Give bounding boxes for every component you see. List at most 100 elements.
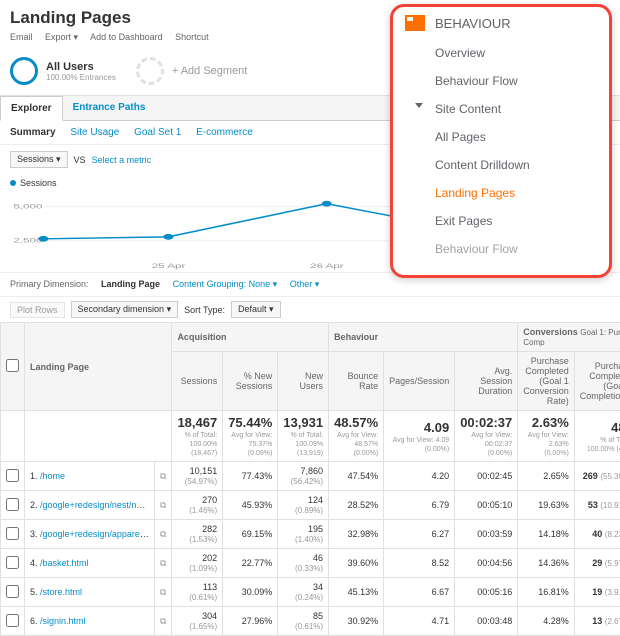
landing-page-link[interactable]: /google+redesign/nest/nest-usa (40, 500, 154, 510)
cell-pctnew: 45.93% (223, 491, 278, 520)
cell-rate: 2.65% (518, 462, 575, 491)
open-icon[interactable]: ⧉ (155, 549, 172, 578)
cell-newusers: 7,860 (56.42%) (278, 462, 329, 491)
add-segment-link[interactable]: + Add Segment (172, 65, 248, 77)
col-checkbox (1, 323, 25, 411)
subtab-goal-set[interactable]: Goal Set 1 (134, 127, 181, 138)
cell-newusers: 124 (0.89%) (278, 491, 329, 520)
col-conv-rate[interactable]: Purchase Completed (Goal 1 Conversion Ra… (518, 352, 575, 411)
tab-entrance-paths[interactable]: Entrance Paths (63, 96, 156, 120)
nav-landing-pages[interactable]: Landing Pages (405, 179, 597, 207)
subtab-summary[interactable]: Summary (10, 127, 56, 138)
cell-comp: 53 (10.91%) (574, 491, 620, 520)
nav-exit-pages[interactable]: Exit Pages (405, 207, 597, 235)
col-duration[interactable]: Avg. Session Duration (455, 352, 518, 411)
col-landing-page[interactable]: Landing Page (25, 323, 172, 411)
nav-all-pages[interactable]: All Pages (405, 123, 597, 151)
caret-down-icon (415, 103, 423, 108)
row-checkbox[interactable] (6, 585, 19, 598)
cell-newusers: 34 (0.24%) (278, 578, 329, 607)
cell-duration: 00:04:56 (455, 549, 518, 578)
sort-type-select[interactable]: Default ▾ (231, 301, 281, 318)
colgroup-acquisition: Acquisition (172, 323, 329, 352)
cell-bounce: 32.98% (329, 520, 384, 549)
table-row: 3. /google+redesign/apparel/mens+outerwe… (1, 520, 620, 549)
col-pct-new[interactable]: % New Sessions (223, 352, 278, 411)
row-num: 4. (30, 558, 38, 568)
cell-pctnew: 69.15% (223, 520, 278, 549)
cell-sessions: 304 (1.65%) (172, 607, 223, 636)
row-checkbox[interactable] (6, 498, 19, 511)
cell-newusers: 46 (0.33%) (278, 549, 329, 578)
dim-other[interactable]: Other ▾ (290, 279, 320, 289)
shortcut-link[interactable]: Shortcut (175, 32, 209, 42)
row-checkbox[interactable] (6, 527, 19, 540)
table-row: 5. /store.html⧉113 (0.61%)30.09%34 (0.24… (1, 578, 620, 607)
cell-duration: 00:05:10 (455, 491, 518, 520)
colgroup-behaviour: Behaviour (329, 323, 518, 352)
add-dashboard-link[interactable]: Add to Dashboard (90, 32, 163, 42)
cell-comp: 19 (3.91%) (574, 578, 620, 607)
legend-dot-icon (10, 180, 16, 186)
dim-content-grouping[interactable]: Content Grouping: None ▾ (173, 279, 278, 289)
landing-page-link[interactable]: /google+redesign/apparel/mens+outerwear/… (40, 529, 154, 539)
cell-pctnew: 77.43% (223, 462, 278, 491)
landing-page-link[interactable]: /basket.html (40, 558, 89, 568)
dim-label: Primary Dimension: (10, 279, 89, 289)
open-icon[interactable]: ⧉ (155, 462, 172, 491)
landing-page-link[interactable]: /home (40, 471, 65, 481)
cell-duration: 00:03:48 (455, 607, 518, 636)
cell-bounce: 28.52% (329, 491, 384, 520)
open-icon[interactable]: ⧉ (155, 578, 172, 607)
secondary-dimension-select[interactable]: Secondary dimension ▾ (71, 301, 179, 318)
cell-comp: 13 (2.67%) (574, 607, 620, 636)
col-bounce[interactable]: Bounce Rate (329, 352, 384, 411)
col-completions[interactable]: Purchase Completed (Goal 1 Completions) (574, 352, 620, 411)
metric-sessions-select[interactable]: Sessions ▾ (10, 151, 68, 168)
row-checkbox[interactable] (6, 469, 19, 482)
add-segment-icon[interactable] (136, 57, 164, 85)
cell-sessions: 270 (1.46%) (172, 491, 223, 520)
nav-behaviour-flow[interactable]: Behaviour Flow (405, 67, 597, 95)
cell-comp: 269 (55.35%) (574, 462, 620, 491)
dim-landing-page[interactable]: Landing Page (101, 279, 160, 289)
behaviour-icon (405, 15, 425, 31)
chart-x2: 26 Apr (310, 262, 345, 270)
select-metric-link[interactable]: Select a metric (92, 155, 152, 165)
landing-page-link[interactable]: /store.html (40, 587, 82, 597)
email-link[interactable]: Email (10, 32, 33, 42)
select-all-checkbox[interactable] (6, 359, 19, 372)
open-icon[interactable]: ⧉ (155, 491, 172, 520)
col-new-users[interactable]: New Users (278, 352, 329, 411)
export-link[interactable]: Export ▾ (45, 32, 78, 42)
open-icon[interactable]: ⧉ (155, 520, 172, 549)
col-sessions[interactable]: Sessions (172, 352, 223, 411)
row-num: 6. (30, 616, 38, 626)
row-num: 2. (30, 500, 38, 510)
nav-content-drilldown[interactable]: Content Drilldown (405, 151, 597, 179)
landing-page-link[interactable]: /signin.html (40, 616, 86, 626)
subtab-ecommerce[interactable]: E-commerce (196, 127, 253, 138)
col-pps[interactable]: Pages/Session (384, 352, 455, 411)
cell-comp: 29 (5.97%) (574, 549, 620, 578)
plot-rows-button[interactable]: Plot Rows (10, 302, 65, 318)
behaviour-nav-overlay: BEHAVIOUR Overview Behaviour Flow Site C… (390, 4, 612, 278)
cell-duration: 00:02:45 (455, 462, 518, 491)
segment-all-users[interactable]: All Users (46, 61, 116, 73)
nav-behaviour-flow-2[interactable]: Behaviour Flow (405, 235, 597, 263)
row-checkbox[interactable] (6, 614, 19, 627)
row-num: 1. (30, 471, 38, 481)
chart-y2: 2,500 (13, 237, 42, 245)
nav-overview[interactable]: Overview (405, 39, 597, 67)
table-row: 1. /home⧉10,151 (54.97%)77.43%7,860 (56.… (1, 462, 620, 491)
cell-bounce: 30.92% (329, 607, 384, 636)
open-icon[interactable]: ⧉ (155, 607, 172, 636)
table-controls: Plot Rows Secondary dimension ▾ Sort Typ… (0, 296, 620, 322)
segment-entrances: 100.00% Entrances (46, 73, 116, 82)
nav-site-content[interactable]: Site Content (405, 95, 597, 123)
nav-behaviour-title[interactable]: BEHAVIOUR (435, 16, 511, 31)
subtab-site-usage[interactable]: Site Usage (70, 127, 119, 138)
cell-pps: 4.20 (384, 462, 455, 491)
tab-explorer[interactable]: Explorer (0, 96, 63, 121)
row-checkbox[interactable] (6, 556, 19, 569)
